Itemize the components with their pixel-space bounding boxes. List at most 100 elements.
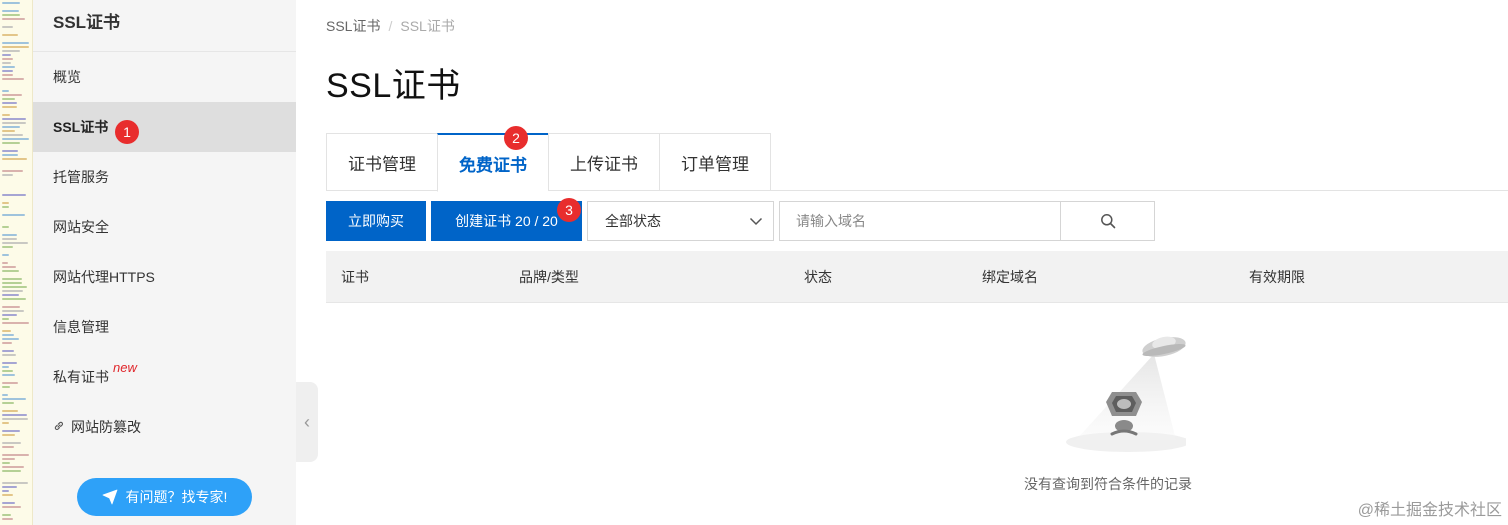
status-select[interactable]: 全部状态 [587, 201, 774, 241]
tab-bar: 证书管理 免费证书 上传证书 订单管理 [326, 133, 1508, 192]
minimap-line [2, 486, 17, 488]
table-header: 证书 品牌/类型 状态 绑定域名 有效期限 [326, 251, 1508, 303]
minimap-line [2, 470, 21, 472]
minimap-line [2, 430, 20, 432]
main-content: SSL证书 / SSL证书 SSL证书 证书管理 免费证书 上传证书 订单管理 立即… [326, 0, 1508, 525]
sidebar-item-ssl[interactable]: SSL证书 [33, 102, 296, 152]
ask-expert-label: 有问题？找专家! [125, 489, 228, 505]
minimap-line [2, 422, 9, 424]
minimap-line [2, 14, 20, 16]
tab-order-management[interactable]: 订单管理 [659, 133, 771, 191]
minimap-line [2, 394, 8, 396]
minimap-line [2, 454, 29, 456]
minimap-line [2, 330, 11, 332]
link-icon [53, 403, 67, 453]
buy-now-button[interactable]: 立即购买 [326, 201, 426, 241]
minimap-line [2, 142, 20, 144]
minimap-line [2, 126, 20, 128]
minimap-line [2, 458, 15, 460]
minimap-line [2, 294, 19, 296]
minimap-line [2, 102, 17, 104]
search-button[interactable] [1061, 202, 1154, 240]
minimap-line [2, 202, 9, 204]
minimap-line [2, 130, 15, 132]
sidebar-item-hosting[interactable]: 托管服务 [33, 152, 296, 202]
sidebar-item-site-security[interactable]: 网站安全 [33, 202, 296, 252]
sidebar-item-label: 托管服务 [53, 169, 109, 185]
chevron-down-icon [749, 217, 763, 226]
minimap-line [2, 134, 23, 136]
ufo-empty-illustration [1066, 336, 1186, 452]
sidebar-nav: 概览 SSL证书 托管服务 网站安全 网站代理HTTPS 信息管理 私有证书 ne… [33, 52, 296, 452]
minimap-line [2, 342, 12, 344]
minimap-line [2, 206, 9, 208]
domain-search-input[interactable] [780, 202, 1061, 240]
tab-free-cert[interactable]: 免费证书 [437, 133, 548, 192]
minimap-line [2, 338, 19, 340]
step-marker-1: 1 [115, 120, 139, 144]
minimap-line [2, 94, 22, 96]
minimap-line [2, 490, 9, 492]
column-header-bound-domain: 绑定域名 [982, 269, 1038, 285]
toolbar: 立即购买 创建证书 20 / 20 全部状态 [326, 201, 1508, 241]
sidebar-item-overview[interactable]: 概览 [33, 52, 296, 102]
minimap-line [2, 506, 21, 508]
sidebar-item-private-cert[interactable]: 私有证书 new [33, 352, 296, 402]
sidebar: SSL证书 概览 SSL证书 托管服务 网站安全 网站代理HTTPS 信息管理 … [33, 0, 296, 525]
minimap-line [2, 170, 23, 172]
sidebar-item-https-proxy[interactable]: 网站代理HTTPS [33, 252, 296, 302]
minimap-line [2, 278, 22, 280]
watermark: @稀土掘金技术社区 [1357, 502, 1502, 519]
sidebar-collapse-handle[interactable]: ‹ [296, 382, 318, 462]
tab-upload-cert[interactable]: 上传证书 [548, 133, 659, 191]
sidebar-item-label: 概览 [53, 69, 81, 85]
minimap-line [2, 2, 20, 4]
minimap-line [2, 462, 10, 464]
minimap-line [2, 10, 19, 12]
minimap-line [2, 246, 13, 248]
minimap-line [2, 226, 9, 228]
minimap-line [2, 62, 11, 64]
tab-cert-management[interactable]: 证书管理 [326, 133, 437, 191]
minimap-line [2, 518, 13, 520]
step-marker-3: 3 [557, 198, 581, 222]
minimap-line [2, 50, 20, 52]
minimap-line [2, 286, 27, 288]
minimap-line [2, 118, 26, 120]
minimap-line [2, 502, 15, 504]
sidebar-item-label: 网站代理HTTPS [53, 269, 155, 285]
minimap-line [2, 402, 14, 404]
empty-state [1016, 330, 1216, 456]
minimap-line [2, 66, 15, 68]
status-select-value: 全部状态 [605, 213, 661, 229]
minimap-line [2, 482, 28, 484]
minimap-line [2, 262, 8, 264]
minimap-line [2, 26, 13, 28]
minimap-line [2, 234, 17, 236]
breadcrumb: SSL证书 / SSL证书 [326, 16, 455, 36]
sidebar-item-label: SSL证书 [53, 119, 109, 135]
minimap-line [2, 78, 24, 80]
minimap-line [2, 114, 10, 116]
column-header-validity: 有效期限 [1249, 269, 1305, 285]
minimap-line [2, 154, 18, 156]
minimap-line [2, 310, 24, 312]
sidebar-item-anti-tamper[interactable]: 网站防篡改 [33, 402, 296, 452]
minimap-line [2, 214, 25, 216]
minimap-line [2, 98, 15, 100]
minimap-line [2, 374, 15, 376]
minimap-line [2, 18, 25, 20]
domain-search [779, 201, 1155, 241]
paper-plane-icon [102, 489, 117, 505]
minimap-line [2, 34, 18, 36]
empty-state-text: 没有查询到符合条件的记录 [1024, 476, 1192, 492]
ask-expert-button[interactable]: 有问题？找专家! [77, 478, 252, 516]
column-header-brand-type: 品牌/类型 [519, 269, 579, 285]
breadcrumb-parent[interactable]: SSL证书 [326, 18, 380, 34]
minimap-line [2, 442, 21, 444]
minimap-line [2, 254, 9, 256]
column-header-status: 状态 [804, 269, 832, 285]
minimap-line [2, 158, 27, 160]
column-header-cert: 证书 [341, 269, 369, 285]
sidebar-item-info-management[interactable]: 信息管理 [33, 302, 296, 352]
